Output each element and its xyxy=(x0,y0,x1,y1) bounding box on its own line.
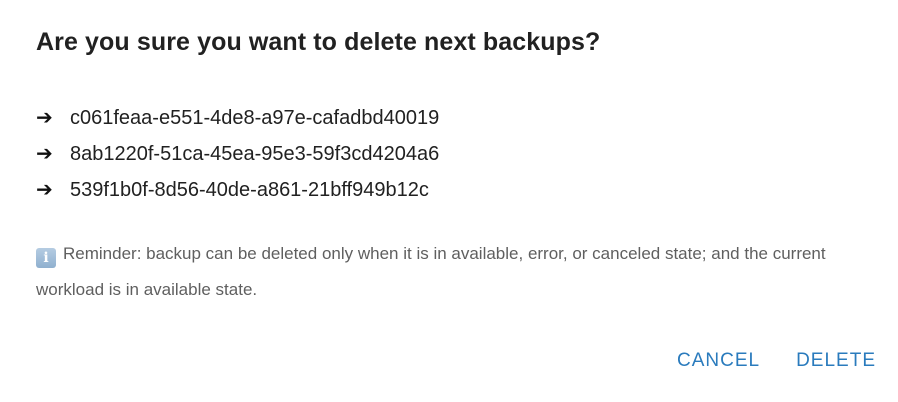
dialog-title: Are you sure you want to delete next bac… xyxy=(36,28,601,56)
list-item: ➔ 8ab1220f-51ca-45ea-95e3-59f3cd4204a6 xyxy=(36,136,439,172)
right-arrow-icon: ➔ xyxy=(36,107,53,129)
list-item: ➔ 539f1b0f-8d56-40de-a861-21bff949b12c xyxy=(36,172,439,208)
reminder-note: i Reminder: backup can be deleted only wh… xyxy=(36,236,856,308)
info-icon: i xyxy=(36,248,56,268)
backup-id: 539f1b0f-8d56-40de-a861-21bff949b12c xyxy=(70,178,429,201)
delete-backups-dialog: Are you sure you want to delete next bac… xyxy=(0,0,898,402)
backup-list: ➔ c061feaa-e551-4de8-a97e-cafadbd40019 ➔… xyxy=(36,100,439,208)
delete-button[interactable]: DELETE xyxy=(796,346,876,376)
backup-id: 8ab1220f-51ca-45ea-95e3-59f3cd4204a6 xyxy=(70,142,440,165)
dialog-actions: CANCEL DELETE xyxy=(677,346,876,376)
right-arrow-icon: ➔ xyxy=(36,143,53,165)
cancel-button[interactable]: CANCEL xyxy=(677,346,760,376)
reminder-text: Reminder: backup can be deleted only whe… xyxy=(36,244,826,299)
backup-id: c061feaa-e551-4de8-a97e-cafadbd40019 xyxy=(70,106,440,129)
right-arrow-icon: ➔ xyxy=(36,179,53,201)
list-item: ➔ c061feaa-e551-4de8-a97e-cafadbd40019 xyxy=(36,100,439,136)
